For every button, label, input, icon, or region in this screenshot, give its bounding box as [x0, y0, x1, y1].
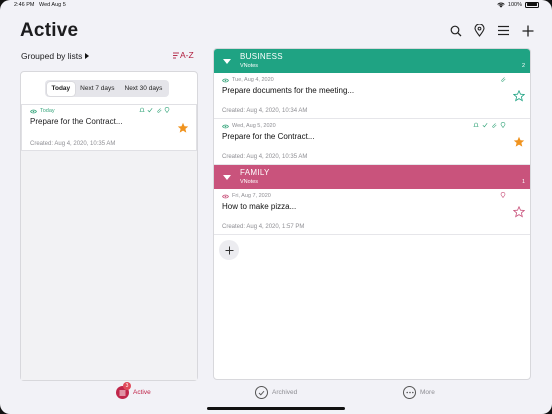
note-created: Created: Aug 4, 2020, 10:35 AM — [30, 141, 116, 147]
date-filter-segment: Today Next 7 days Next 30 days — [45, 80, 169, 97]
sort-lines-icon — [173, 52, 179, 58]
note-date: Tue, Aug 4, 2020 — [222, 77, 274, 83]
note-indicator-icons — [138, 107, 171, 113]
bell-icon — [473, 122, 479, 127]
active-list-icon: 3 — [116, 382, 131, 399]
note-date: Today — [30, 108, 55, 114]
note-created: Created: Aug 4, 2020, 10:35 AM — [222, 154, 308, 160]
group-header-family[interactable]: FAMILY VNotes 1 — [214, 165, 530, 189]
top-toolbar — [449, 24, 534, 37]
tab-more[interactable]: More — [403, 386, 435, 399]
tab-next-7-days[interactable]: Next 7 days — [75, 82, 119, 96]
bottom-tab-bar: 3 Active Archived More — [0, 382, 552, 405]
attachment-icon — [156, 108, 162, 113]
group-header-business[interactable]: BUSINESS VNotes 2 — [214, 49, 530, 73]
chevron-right-icon — [85, 53, 90, 59]
archived-check-icon — [255, 386, 268, 399]
note-title: How to make pizza... — [222, 202, 297, 211]
eye-icon — [222, 124, 229, 128]
note-title: Prepare documents for the meeting... — [222, 86, 355, 95]
battery-icon — [525, 1, 539, 8]
grouping-selector[interactable]: Grouped by lists — [21, 51, 90, 61]
note-row-family-1[interactable]: Fri, Aug 7, 2020 How to make pizza... Cr… — [214, 189, 530, 235]
tab-archived[interactable]: Archived — [255, 386, 297, 399]
star-outline-icon[interactable] — [513, 90, 525, 102]
check-icon — [147, 107, 153, 113]
group-name: BUSINESS — [240, 52, 283, 61]
note-date-text: Tue, Aug 4, 2020 — [232, 77, 274, 83]
note-date: Wed, Aug 5, 2020 — [222, 123, 276, 129]
note-title: Prepare for the Contract... — [222, 132, 315, 141]
note-date-text: Wed, Aug 5, 2020 — [232, 123, 276, 129]
empty-area — [21, 151, 197, 380]
eye-icon — [222, 78, 229, 82]
page-title: Active — [20, 20, 79, 41]
eye-icon — [30, 109, 37, 113]
group-count: 1 — [521, 179, 525, 185]
add-list-button[interactable] — [219, 240, 239, 260]
status-time: 2:46 PM — [14, 2, 35, 8]
group-name: FAMILY — [240, 168, 270, 177]
note-date: Fri, Aug 7, 2020 — [222, 193, 271, 199]
pin-icon — [500, 122, 506, 128]
wifi-icon — [497, 2, 505, 8]
active-count-badge: 3 — [123, 382, 131, 390]
group-source: VNotes — [240, 63, 259, 69]
note-indicator-icons — [500, 192, 506, 198]
more-dots-icon — [403, 386, 416, 399]
status-date: Wed Aug 5 — [39, 2, 66, 8]
search-icon[interactable] — [449, 24, 462, 37]
tab-archived-label: Archived — [272, 389, 298, 396]
check-icon — [482, 122, 488, 128]
note-title: Prepare for the Contract... — [30, 117, 123, 126]
status-bar: 2:46 PM Wed Aug 5 100% — [0, 0, 552, 10]
star-filled-icon[interactable] — [177, 122, 189, 134]
chevron-down-icon — [223, 59, 231, 64]
tab-active[interactable]: 3 Active — [116, 382, 151, 399]
note-indicator-icons — [500, 76, 506, 82]
attachment-icon — [492, 123, 497, 128]
tab-active-label: Active — [133, 389, 151, 396]
group-source: VNotes — [240, 179, 259, 185]
today-note-card[interactable]: Today Prepare for the Contract... Create… — [21, 104, 197, 151]
eye-icon — [222, 194, 229, 198]
sort-button[interactable]: A-Z — [173, 50, 194, 60]
grouping-label: Grouped by lists — [21, 51, 83, 61]
tab-more-label: More — [420, 389, 435, 396]
bell-icon — [138, 107, 145, 112]
note-created: Created: Aug 4, 2020, 1:57 PM — [222, 224, 305, 230]
plus-icon[interactable] — [521, 24, 534, 37]
star-outline-icon[interactable] — [513, 206, 525, 218]
note-created: Created: Aug 4, 2020, 10:34 AM — [222, 108, 308, 114]
pin-icon — [164, 107, 170, 113]
sort-label: A-Z — [180, 50, 194, 60]
home-indicator — [207, 407, 345, 410]
note-indicator-icons — [473, 122, 506, 128]
group-count: 2 — [521, 63, 525, 69]
attachment-icon — [501, 77, 506, 82]
note-date-text: Today — [40, 108, 55, 114]
pin-icon — [500, 192, 506, 198]
note-row-business-2[interactable]: Wed, Aug 5, 2020 Prepare for the Contrac… — [214, 119, 530, 165]
star-filled-icon[interactable] — [513, 136, 525, 148]
battery-percent: 100% — [507, 1, 522, 8]
tab-today[interactable]: Today — [46, 81, 76, 96]
note-date-text: Fri, Aug 7, 2020 — [232, 193, 271, 199]
tab-next-30-days[interactable]: Next 30 days — [120, 82, 168, 96]
app-screen: 2:46 PM Wed Aug 5 100% Active Grouped by… — [0, 0, 552, 414]
menu-icon[interactable] — [497, 24, 510, 37]
status-right: 100% — [497, 1, 539, 8]
chevron-down-icon — [223, 175, 231, 180]
location-pin-icon[interactable] — [473, 24, 486, 37]
plus-icon — [225, 246, 233, 254]
note-row-business-1[interactable]: Tue, Aug 4, 2020 Prepare documents for t… — [214, 73, 530, 119]
lists-panel: BUSINESS VNotes 2 Tue, Aug 4, 2020 Prepa… — [213, 48, 531, 380]
